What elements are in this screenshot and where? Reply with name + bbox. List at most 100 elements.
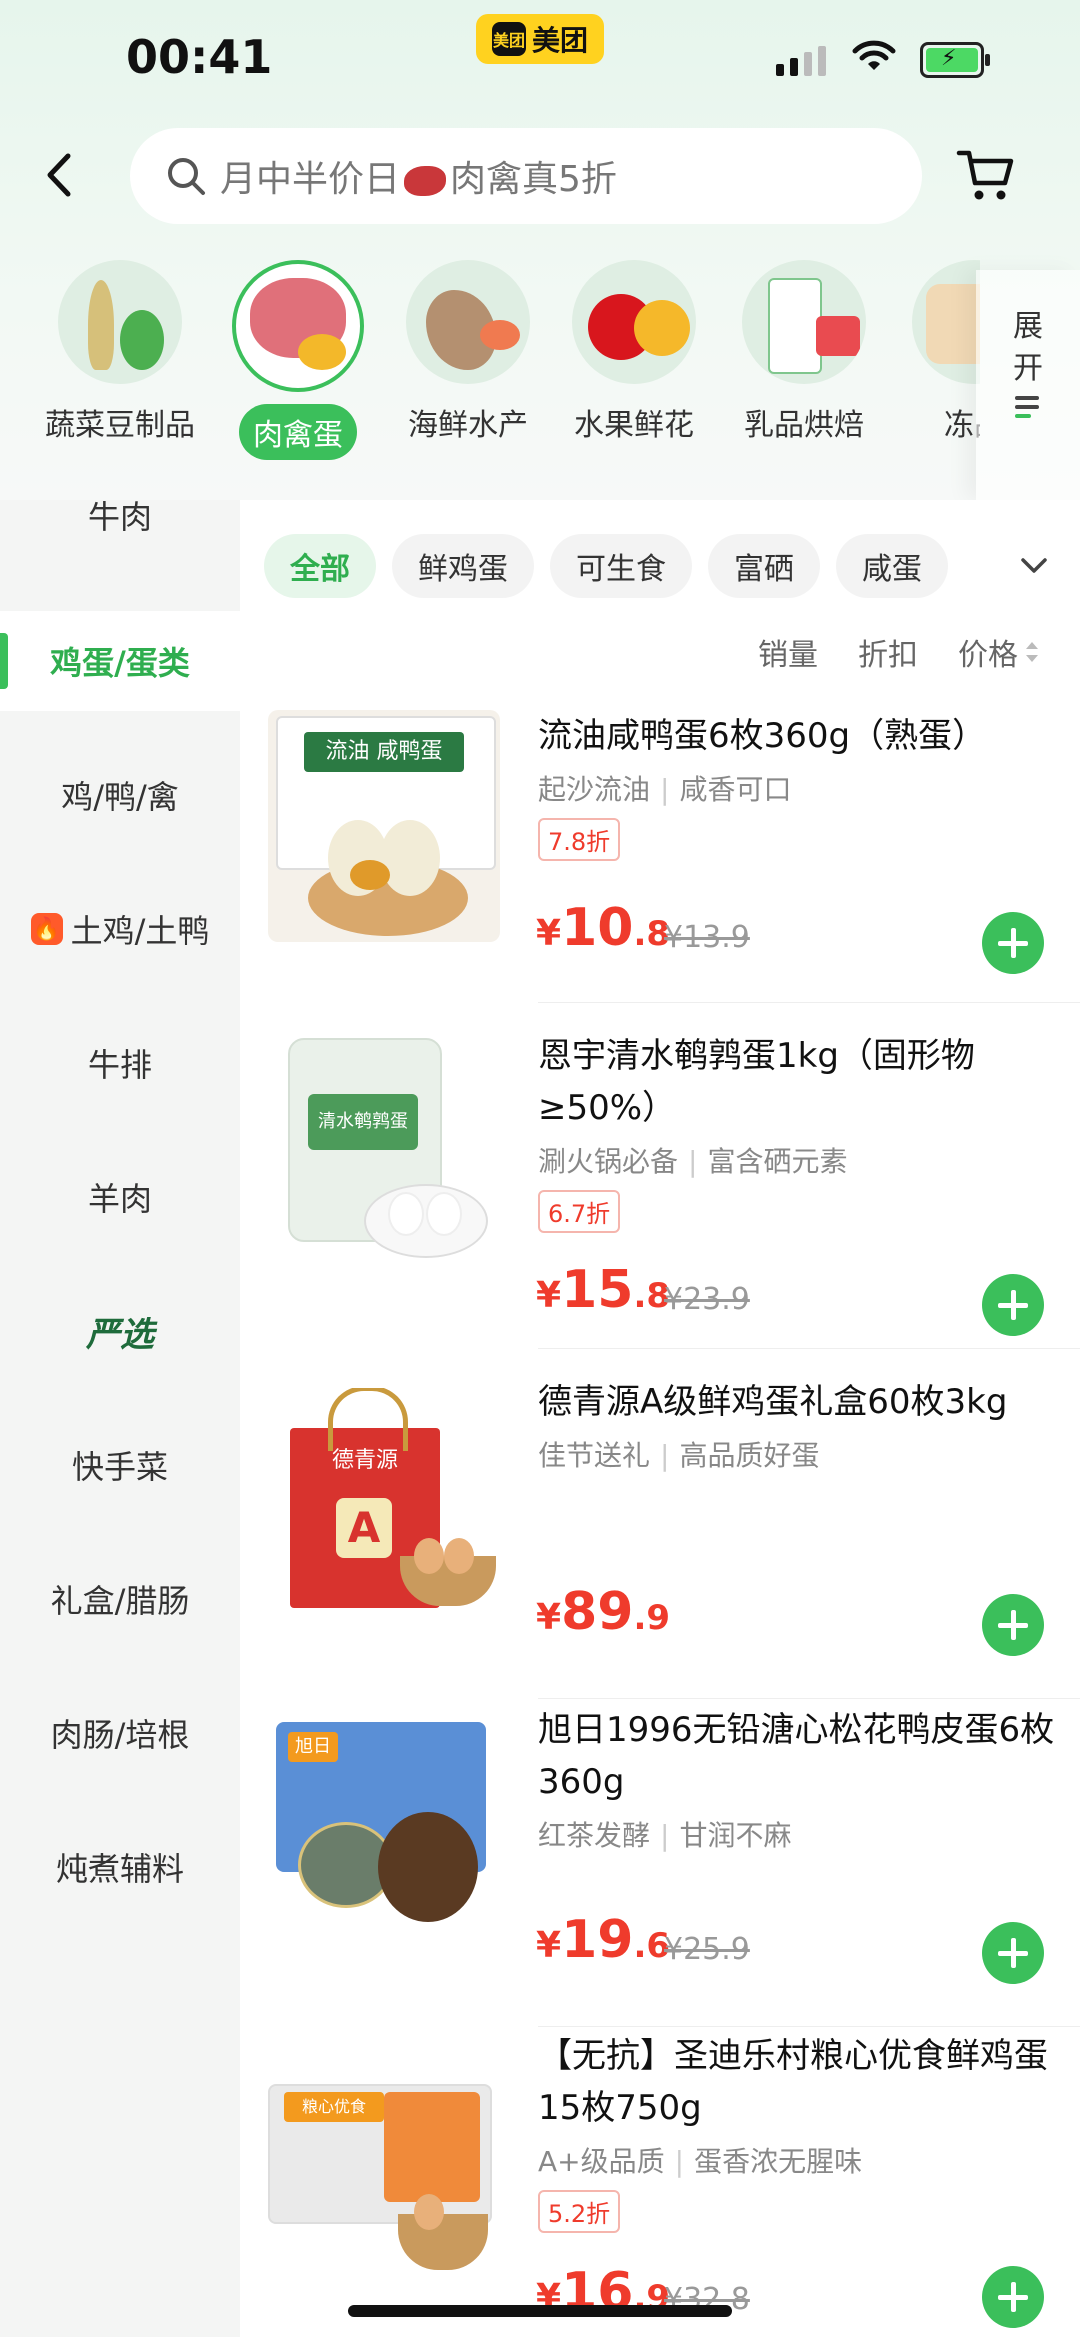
home-indicator[interactable]	[348, 2305, 732, 2317]
search-icon	[168, 158, 205, 195]
add-to-cart-button[interactable]	[982, 2266, 1044, 2328]
product-card[interactable]: 清水鹌鹑蛋 恩宇清水鹌鹑蛋1kg（固形物≥50%） 涮火锅必备 | 富含硒元素 6.…	[240, 1030, 1080, 1360]
product-image-label: 德青源	[331, 1448, 398, 1473]
product-image: 流油 咸鸭蛋	[268, 710, 500, 942]
product-card[interactable]: 流油 咸鸭蛋 流油咸鸭蛋6枚360g（熟蛋） 起沙流油 | 咸香可口 7.8折 ¥1…	[240, 710, 1080, 1010]
product-image: 旭日	[268, 1712, 500, 1944]
product-title: 恩宇清水鹌鹑蛋1kg（固形物≥50%）	[538, 1036, 975, 1128]
product-tag: 佳节送礼	[538, 1439, 651, 1472]
sidebar-item-quick-dishes[interactable]: 快手菜	[0, 1415, 240, 1515]
price-integer: 19	[561, 1910, 634, 1970]
sidebar-item-sausage-bacon[interactable]: 肉肠/培根	[0, 1683, 240, 1783]
discount-badge: 6.7折	[538, 1190, 621, 1233]
divider	[538, 1348, 1080, 1349]
sidebar-item-steak[interactable]: 牛排	[0, 1013, 240, 1113]
sidebar-item-yanxuan[interactable]: 严选	[0, 1281, 240, 1381]
add-to-cart-button[interactable]	[982, 912, 1044, 974]
category-sidebar: 牛肉 鸡蛋/蛋类 鸡/鸭/禽 🔥 土鸡/土鸭 牛排 羊肉 严选 快手菜 礼盒/腊…	[0, 498, 240, 2337]
sidebar-item-stew-ingredients[interactable]: 炖煮辅料	[0, 1817, 240, 1917]
filter-chip-raw-edible[interactable]: 可生食	[550, 534, 692, 598]
original-price: ¥23.9	[664, 1282, 750, 1317]
category-label: 蔬菜豆制品	[45, 408, 195, 443]
sort-price[interactable]: 价格	[958, 630, 1040, 674]
dairy-bakery-icon	[742, 260, 866, 384]
product-tag: A+级品质	[538, 2145, 665, 2178]
price-currency: ¥	[536, 1597, 562, 1638]
filter-chip-salted-eggs[interactable]: 咸蛋	[836, 534, 948, 598]
seafood-icon	[406, 260, 530, 384]
product-list-panel: 全部 鲜鸡蛋 可生食 富硒 咸蛋 销量 折扣 价格 流油 咸鸭蛋 流油咸鸭蛋6枚…	[240, 500, 1080, 2337]
price-currency: ¥	[536, 1275, 562, 1316]
category-fruit-flowers[interactable]: 水果鲜花	[550, 260, 718, 444]
add-to-cart-button[interactable]	[982, 1922, 1044, 1984]
category-carousel[interactable]: 蔬菜豆制品 肉禽蛋 海鲜水产 水果鲜花 乳品烘焙 冻品	[0, 250, 980, 480]
back-arrow-icon[interactable]	[40, 150, 80, 200]
category-vegetables[interactable]: 蔬菜豆制品	[36, 260, 204, 444]
product-image-label: 清水鹌鹑蛋	[308, 1094, 418, 1150]
filter-chip-fresh-eggs[interactable]: 鲜鸡蛋	[392, 534, 534, 598]
price-integer: 89	[561, 1582, 634, 1642]
sidebar-item-label: 鸡/鸭/禽	[61, 778, 179, 816]
category-label: 肉禽蛋	[239, 404, 357, 460]
meat-icon	[404, 166, 447, 196]
search-placeholder-part2: 肉禽真5折	[450, 159, 617, 200]
product-tag: 甘润不麻	[679, 1819, 792, 1852]
filter-chips: 全部 鲜鸡蛋 可生食 富硒 咸蛋	[264, 534, 948, 598]
category-label: 海鲜水产	[408, 408, 528, 443]
product-tags: 佳节送礼 | 高品质好蛋	[538, 1439, 820, 1472]
sort-arrows-icon	[1026, 642, 1038, 662]
sidebar-item-label: 鸡蛋/蛋类	[50, 644, 190, 682]
product-price: ¥10.8	[536, 898, 670, 958]
product-card[interactable]: 德青源 A 德青源A级鲜鸡蛋礼盒60枚3kg 佳节送礼 | 高品质好蛋 ¥89.9	[240, 1376, 1080, 1706]
product-image: 粮心优食	[268, 2064, 500, 2296]
filter-chip-all[interactable]: 全部	[264, 534, 376, 598]
category-label: 水果鲜花	[574, 408, 694, 443]
filter-chip-selenium[interactable]: 富硒	[708, 534, 820, 598]
sort-price-label: 价格	[958, 638, 1018, 673]
category-dairy-bakery[interactable]: 乳品烘焙	[720, 260, 888, 444]
price-decimal: .9	[633, 1598, 671, 1638]
category-meat-eggs[interactable]: 肉禽蛋	[214, 260, 382, 460]
sidebar-item-label: 快手菜	[71, 1448, 168, 1486]
sidebar-item-lamb[interactable]: 羊肉	[0, 1147, 240, 1247]
price-integer: 15	[561, 1260, 634, 1320]
product-tag: 涮火锅必备	[538, 1145, 679, 1178]
category-seafood[interactable]: 海鲜水产	[384, 260, 552, 444]
search-bar[interactable]: 月中半价日 肉禽真5折	[130, 128, 922, 224]
product-price: ¥89.9	[536, 1582, 670, 1642]
original-price: ¥25.9	[664, 1932, 750, 1967]
expand-categories-button[interactable]: 展 开	[976, 270, 1080, 500]
status-time: 00:41	[126, 30, 273, 84]
product-title: 旭日1996无铅溏心松花鸭皮蛋6枚360g	[538, 1710, 1055, 1802]
category-frozen[interactable]: 冻品	[890, 260, 980, 444]
sidebar-item-eggs[interactable]: 鸡蛋/蛋类	[0, 611, 240, 711]
sidebar-item-gift-sausage[interactable]: 礼盒/腊肠	[0, 1549, 240, 1649]
add-to-cart-button[interactable]	[982, 1594, 1044, 1656]
product-tags: 红茶发酵 | 甘润不麻	[538, 1819, 792, 1852]
discount-badge: 7.8折	[538, 818, 621, 861]
product-tags: 起沙流油 | 咸香可口	[538, 773, 792, 806]
battery-icon: ⚡	[920, 42, 990, 78]
sidebar-item-label: 土鸡/土鸭	[70, 912, 210, 950]
sidebar-item-label: 牛肉	[87, 498, 152, 536]
price-integer: 10	[561, 898, 634, 958]
sidebar-item-label: 羊肉	[87, 1180, 152, 1218]
product-card[interactable]: 旭日 旭日1996无铅溏心松花鸭皮蛋6枚360g 红茶发酵 | 甘润不麻 ¥19.6…	[240, 1704, 1080, 2034]
product-tag: 起沙流油	[538, 773, 651, 806]
yanxuan-logo: 严选	[86, 1314, 154, 1355]
expand-label-2: 开	[1013, 351, 1043, 386]
sidebar-item-label: 肉肠/培根	[50, 1716, 190, 1754]
sidebar-item-poultry[interactable]: 鸡/鸭/禽	[0, 745, 240, 845]
sort-sales[interactable]: 销量	[758, 630, 818, 674]
product-image: 清水鹌鹑蛋	[268, 1034, 500, 1266]
chevron-down-icon[interactable]	[1020, 556, 1048, 576]
add-to-cart-button[interactable]	[982, 1274, 1044, 1336]
cart-icon[interactable]	[955, 145, 1017, 203]
sidebar-item-label: 牛排	[87, 1046, 152, 1084]
product-image: 德青源 A	[268, 1388, 500, 1620]
product-card[interactable]: 粮心优食 【无抗】圣迪乐村粮心优食鲜鸡蛋15枚750g A+级品质 | 蛋香浓无腥味…	[240, 2030, 1080, 2340]
sidebar-item-free-range-poultry[interactable]: 🔥 土鸡/土鸭	[0, 879, 240, 979]
product-price: ¥15.8	[536, 1260, 670, 1320]
sidebar-item-beef[interactable]: 牛肉	[0, 470, 240, 560]
sort-discount[interactable]: 折扣	[858, 630, 918, 674]
